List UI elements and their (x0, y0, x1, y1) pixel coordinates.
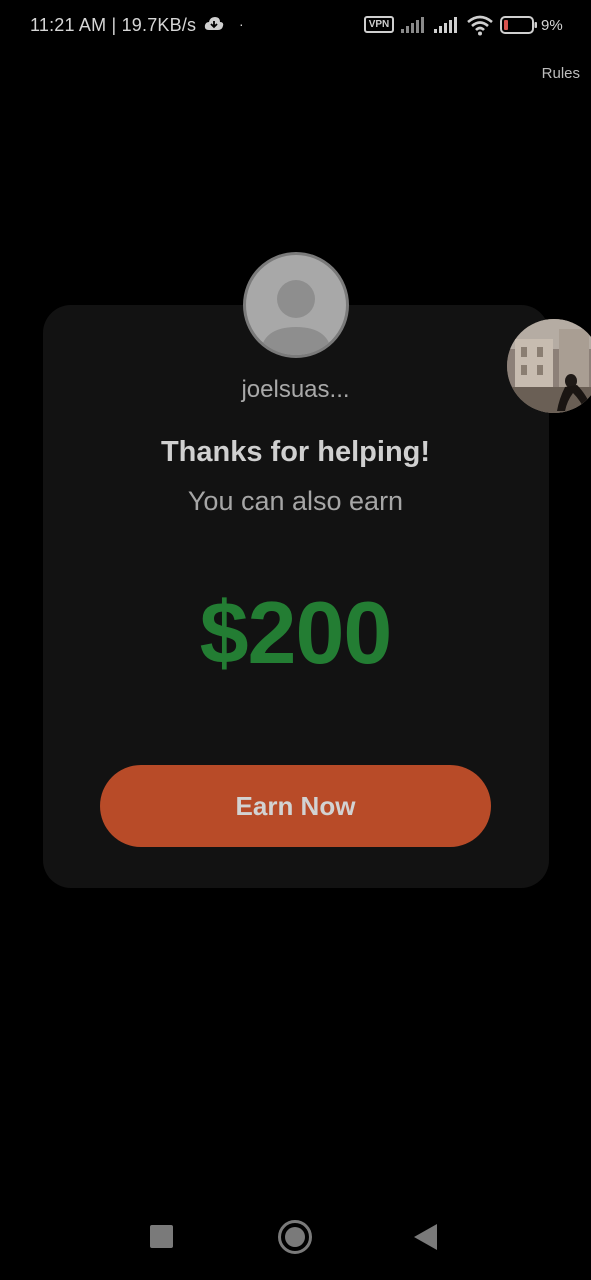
signal-icon (400, 16, 428, 34)
vpn-badge: VPN (364, 16, 394, 33)
home-icon[interactable] (278, 1220, 312, 1254)
cloud-icon (204, 16, 224, 32)
thanks-title: Thanks for helping! (160, 436, 431, 468)
rules-link[interactable]: Rules (542, 65, 580, 82)
signal-icon (433, 16, 461, 34)
default-avatar-icon (243, 252, 349, 358)
battery-level: 9% (541, 17, 563, 34)
reward-amount: $200 (199, 583, 393, 682)
recents-icon[interactable] (150, 1225, 173, 1248)
status-time: 11:21 AM | 19.7KB/s (30, 15, 197, 35)
earn-now-button[interactable]: Earn Now (100, 765, 491, 847)
back-icon[interactable] (414, 1224, 437, 1250)
status-dot: · (239, 16, 244, 32)
earn-subtitle: You can also earn (187, 486, 404, 516)
system-nav-bar (0, 1200, 591, 1280)
floating-photo-avatar[interactable] (507, 319, 591, 413)
username: joelsuas... (241, 376, 350, 403)
wifi-icon (466, 14, 494, 36)
battery-icon (500, 16, 538, 34)
status-bar: 11:21 AM | 19.7KB/s · VPN 9% (0, 0, 591, 52)
